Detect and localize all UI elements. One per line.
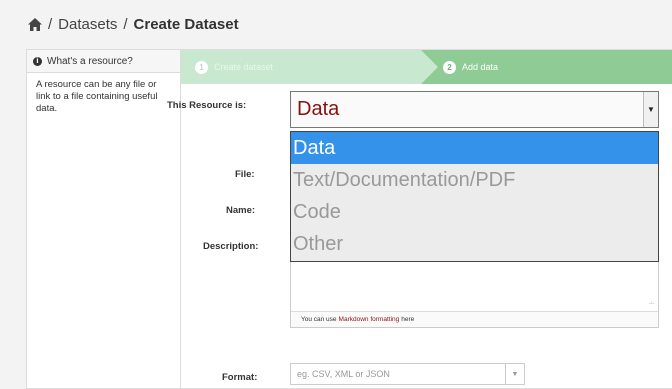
breadcrumb-current: Create Dataset — [133, 16, 239, 33]
resource-type-option-code[interactable]: Code — [291, 196, 658, 228]
stage-add-data: 2 Add data — [421, 50, 672, 84]
description-label: Description: — [203, 241, 259, 252]
resource-type-option-text-documentation-pdf[interactable]: Text/Documentation/PDF — [291, 164, 658, 196]
format-input[interactable] — [291, 368, 505, 380]
help-sidebar-title: What's a resource? — [47, 55, 133, 67]
breadcrumb-separator: / — [48, 16, 53, 33]
chevron-down-icon[interactable]: ▼ — [643, 92, 658, 127]
breadcrumb: / Datasets / Create Dataset — [28, 16, 239, 33]
resource-type-dropdown: Data Text/Documentation/PDF Code Other — [290, 131, 659, 262]
markdown-hint-prefix: You can use — [301, 316, 337, 323]
stage-create-dataset[interactable]: 1 Create dataset — [181, 50, 438, 84]
resource-type-selected-value: Data — [297, 98, 340, 120]
markdown-hint: You can use Markdown formatting here — [291, 311, 658, 327]
resource-type-option-other[interactable]: Other — [291, 228, 658, 260]
stage-label: Add data — [462, 62, 499, 72]
name-label: Name: — [226, 205, 256, 216]
resize-handle-icon[interactable]: ∸ — [648, 299, 655, 308]
breadcrumb-separator: / — [123, 16, 128, 33]
help-sidebar-heading: i What's a resource? — [27, 50, 180, 73]
markdown-hint-suffix: here — [401, 316, 415, 323]
home-icon[interactable] — [28, 18, 42, 31]
stage-number: 1 — [195, 60, 208, 74]
stage-number: 2 — [443, 60, 456, 74]
help-sidebar-text: A resource can be any file or link to a … — [36, 79, 158, 114]
info-icon: i — [33, 56, 42, 66]
resource-type-label: This Resource is: — [167, 100, 247, 111]
format-combobox[interactable]: ▼ — [290, 363, 525, 385]
help-sidebar: i What's a resource? A resource can be a… — [27, 50, 181, 388]
markdown-formatting-link[interactable]: Markdown formatting — [339, 316, 400, 323]
file-label: File: — [235, 169, 255, 180]
resource-type-option-data[interactable]: Data — [291, 132, 658, 164]
format-label: Format: — [222, 372, 258, 383]
stage-arrow — [421, 50, 438, 84]
stage-progress: 1 Create dataset 2 Add data — [181, 50, 672, 84]
breadcrumb-datasets-link[interactable]: Datasets — [58, 16, 117, 33]
resource-type-select[interactable]: Data ▼ — [290, 91, 659, 128]
stage-label: Create dataset — [214, 62, 274, 72]
chevron-down-icon[interactable]: ▼ — [505, 364, 524, 384]
